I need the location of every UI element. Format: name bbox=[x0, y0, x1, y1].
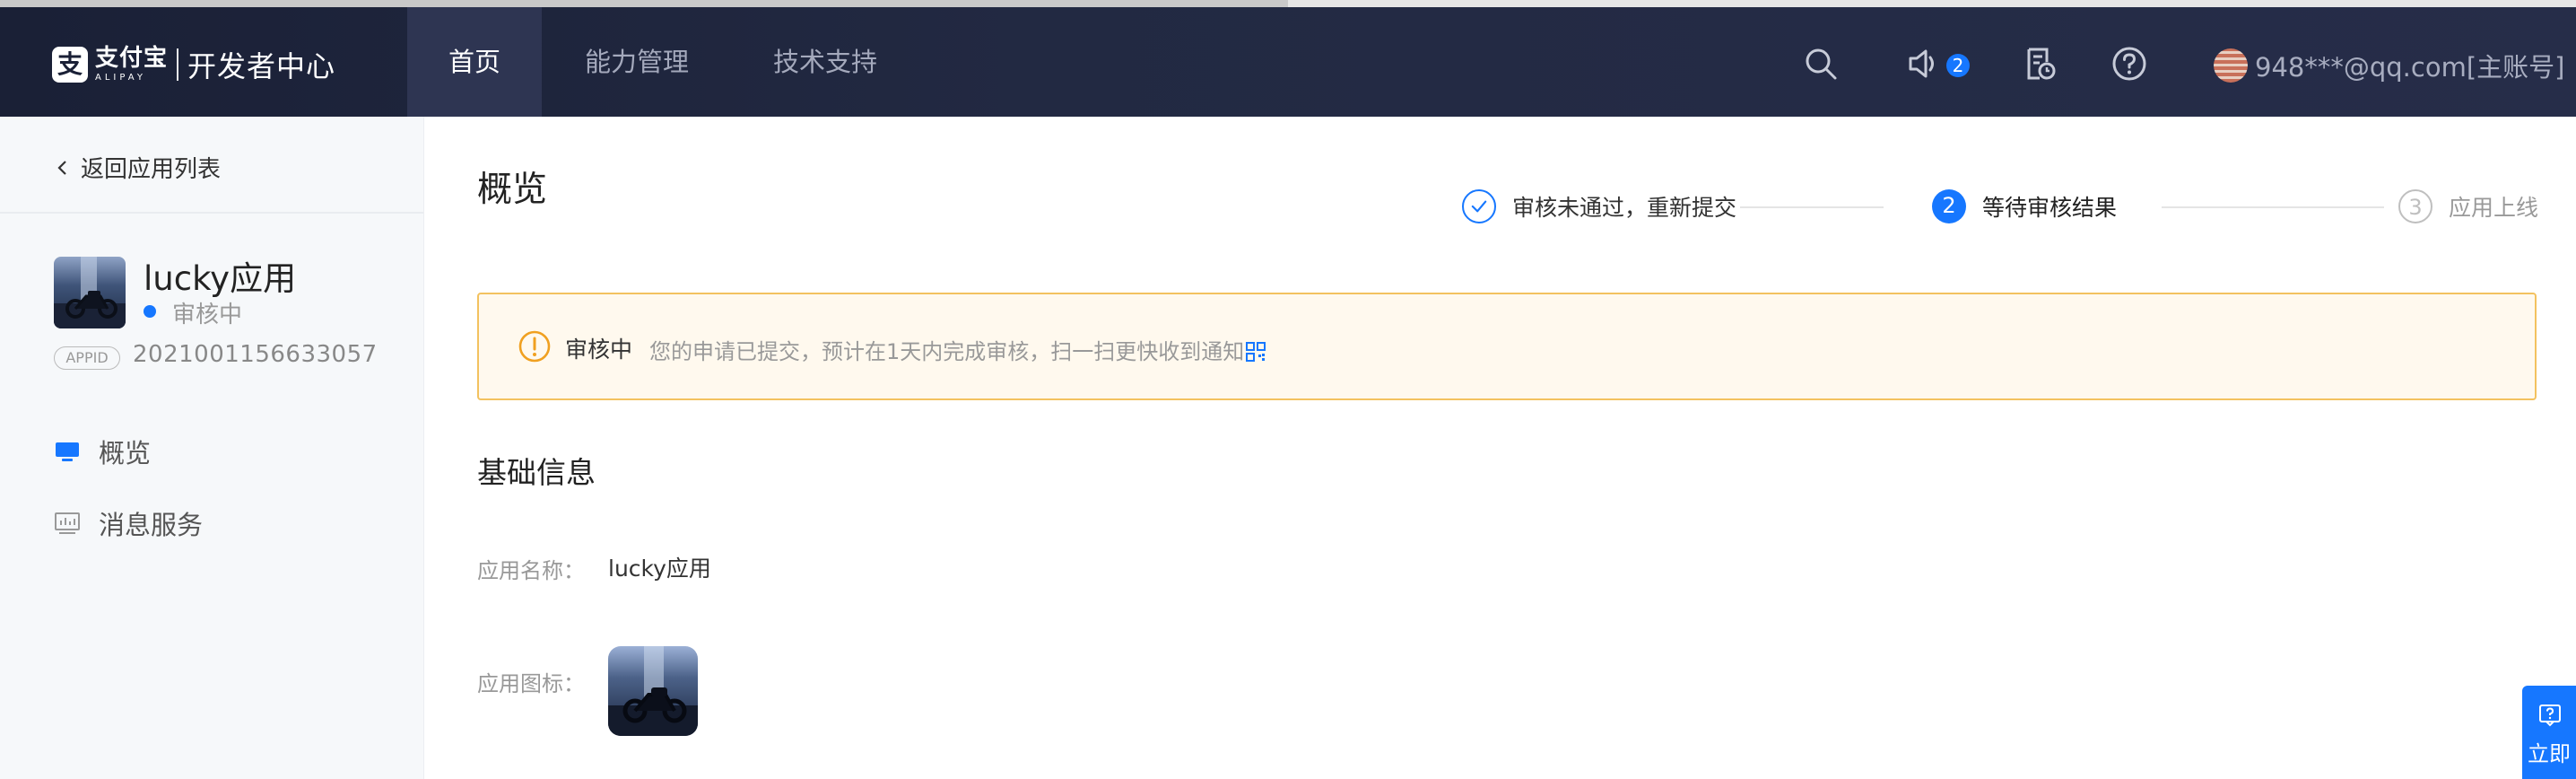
field-label-app-icon: 应用图标： bbox=[477, 671, 585, 696]
top-navigation-bar: 支 支付宝 ALIPAY 开发者中心 首页 能力管理 技术支持 2 948***… bbox=[0, 7, 2576, 117]
sidebar-item-overview[interactable]: 概览 bbox=[54, 433, 151, 470]
review-progress-steps: 审核未通过，重新提交 2 等待审核结果 3 应用上线 bbox=[1462, 188, 2538, 233]
alert-message-text: 您的申请已提交，预计在1天内完成审核，扫一扫更快收到通知 bbox=[649, 339, 1245, 364]
floating-help-button[interactable]: 立即 bbox=[2522, 686, 2576, 779]
motorcycle-image bbox=[608, 646, 698, 736]
step-app-online: 3 应用上线 bbox=[2398, 188, 2538, 224]
step-connector bbox=[1740, 206, 1884, 208]
logo-brand-cn: 支付宝 bbox=[95, 45, 169, 72]
step-waiting-review: 2 等待审核结果 bbox=[1932, 188, 2117, 224]
warning-icon bbox=[518, 330, 551, 363]
logo-divider bbox=[177, 48, 179, 81]
browser-scrollbar[interactable] bbox=[0, 0, 2576, 7]
field-value-app-name: lucky应用 bbox=[608, 556, 711, 582]
section-title-basic-info: 基础信息 bbox=[477, 455, 596, 490]
qr-code-icon[interactable] bbox=[1246, 342, 1266, 362]
step-label: 审核未通过，重新提交 bbox=[1512, 195, 1737, 221]
alipay-logo[interactable]: 支 支付宝 ALIPAY 开发者中心 bbox=[52, 45, 335, 84]
back-link-label: 返回应用列表 bbox=[81, 156, 222, 183]
checkmark-icon bbox=[1462, 189, 1496, 223]
nav-item-capability-management[interactable]: 能力管理 bbox=[542, 7, 730, 117]
search-icon[interactable] bbox=[1803, 46, 1839, 82]
speaker-icon[interactable] bbox=[1905, 46, 1941, 82]
motorcycle-image bbox=[54, 257, 126, 328]
main-nav: 首页 能力管理 技术支持 bbox=[407, 7, 918, 117]
sidebar: 返回应用列表 lucky应用 审核中 APPID 202100115663305… bbox=[0, 117, 424, 779]
step-number: 3 bbox=[2398, 189, 2432, 223]
appid-tag: APPID bbox=[54, 346, 120, 370]
notification-count-badge: 2 bbox=[1946, 54, 1970, 77]
app-icon-thumbnail bbox=[54, 257, 126, 328]
step-connector bbox=[2162, 206, 2384, 208]
document-clock-icon[interactable] bbox=[2022, 46, 2058, 82]
app-name: lucky应用 bbox=[144, 259, 297, 298]
back-to-app-list-link[interactable]: 返回应用列表 bbox=[56, 151, 221, 184]
nav-item-tech-support[interactable]: 技术支持 bbox=[730, 7, 918, 117]
alert-title: 审核中 bbox=[565, 337, 633, 363]
review-status-alert: 审核中 您的申请已提交，预计在1天内完成审核，扫一扫更快收到通知 bbox=[477, 293, 2537, 400]
step-label: 应用上线 bbox=[2449, 195, 2539, 221]
step-number: 2 bbox=[1932, 189, 1966, 223]
main-content: 概览 审核未通过，重新提交 2 等待审核结果 3 应用上线 审核中 您的申请已提… bbox=[423, 117, 2576, 779]
chart-icon bbox=[55, 512, 80, 534]
appid-value: 2021001156633057 bbox=[133, 341, 378, 368]
help-circle-icon[interactable] bbox=[2111, 46, 2147, 82]
alert-message: 您的申请已提交，预计在1天内完成审核，扫一扫更快收到通知 bbox=[649, 334, 1266, 365]
sidebar-item-label: 消息服务 bbox=[99, 510, 204, 540]
step-resubmit: 审核未通过，重新提交 bbox=[1462, 188, 1736, 224]
sidebar-item-label: 概览 bbox=[99, 438, 152, 468]
chevron-left-icon bbox=[57, 160, 66, 175]
alipay-logo-icon: 支 bbox=[52, 47, 88, 83]
app-status: 审核中 bbox=[172, 302, 243, 328]
page-title: 概览 bbox=[477, 170, 548, 210]
sidebar-item-message-service[interactable]: 消息服务 bbox=[54, 504, 203, 542]
logo-brand-en: ALIPAY bbox=[95, 73, 146, 83]
scrollbar-thumb[interactable] bbox=[0, 0, 1288, 7]
step-label: 等待审核结果 bbox=[1982, 195, 2118, 221]
nav-item-home[interactable]: 首页 bbox=[407, 7, 543, 117]
field-label-app-name: 应用名称： bbox=[477, 558, 585, 583]
help-widget-label: 立即 bbox=[2528, 741, 2571, 766]
status-dot bbox=[144, 305, 156, 318]
account-menu[interactable]: 948***@qq.com[主账号] bbox=[2214, 47, 2564, 84]
monitor-icon bbox=[56, 442, 79, 461]
app-icon-image bbox=[608, 646, 698, 736]
help-chat-icon bbox=[2539, 705, 2561, 727]
site-title: 开发者中心 bbox=[187, 49, 336, 83]
account-label: 948***@qq.com[主账号] bbox=[2255, 52, 2565, 83]
avatar bbox=[2214, 48, 2248, 83]
sidebar-divider bbox=[0, 212, 423, 214]
